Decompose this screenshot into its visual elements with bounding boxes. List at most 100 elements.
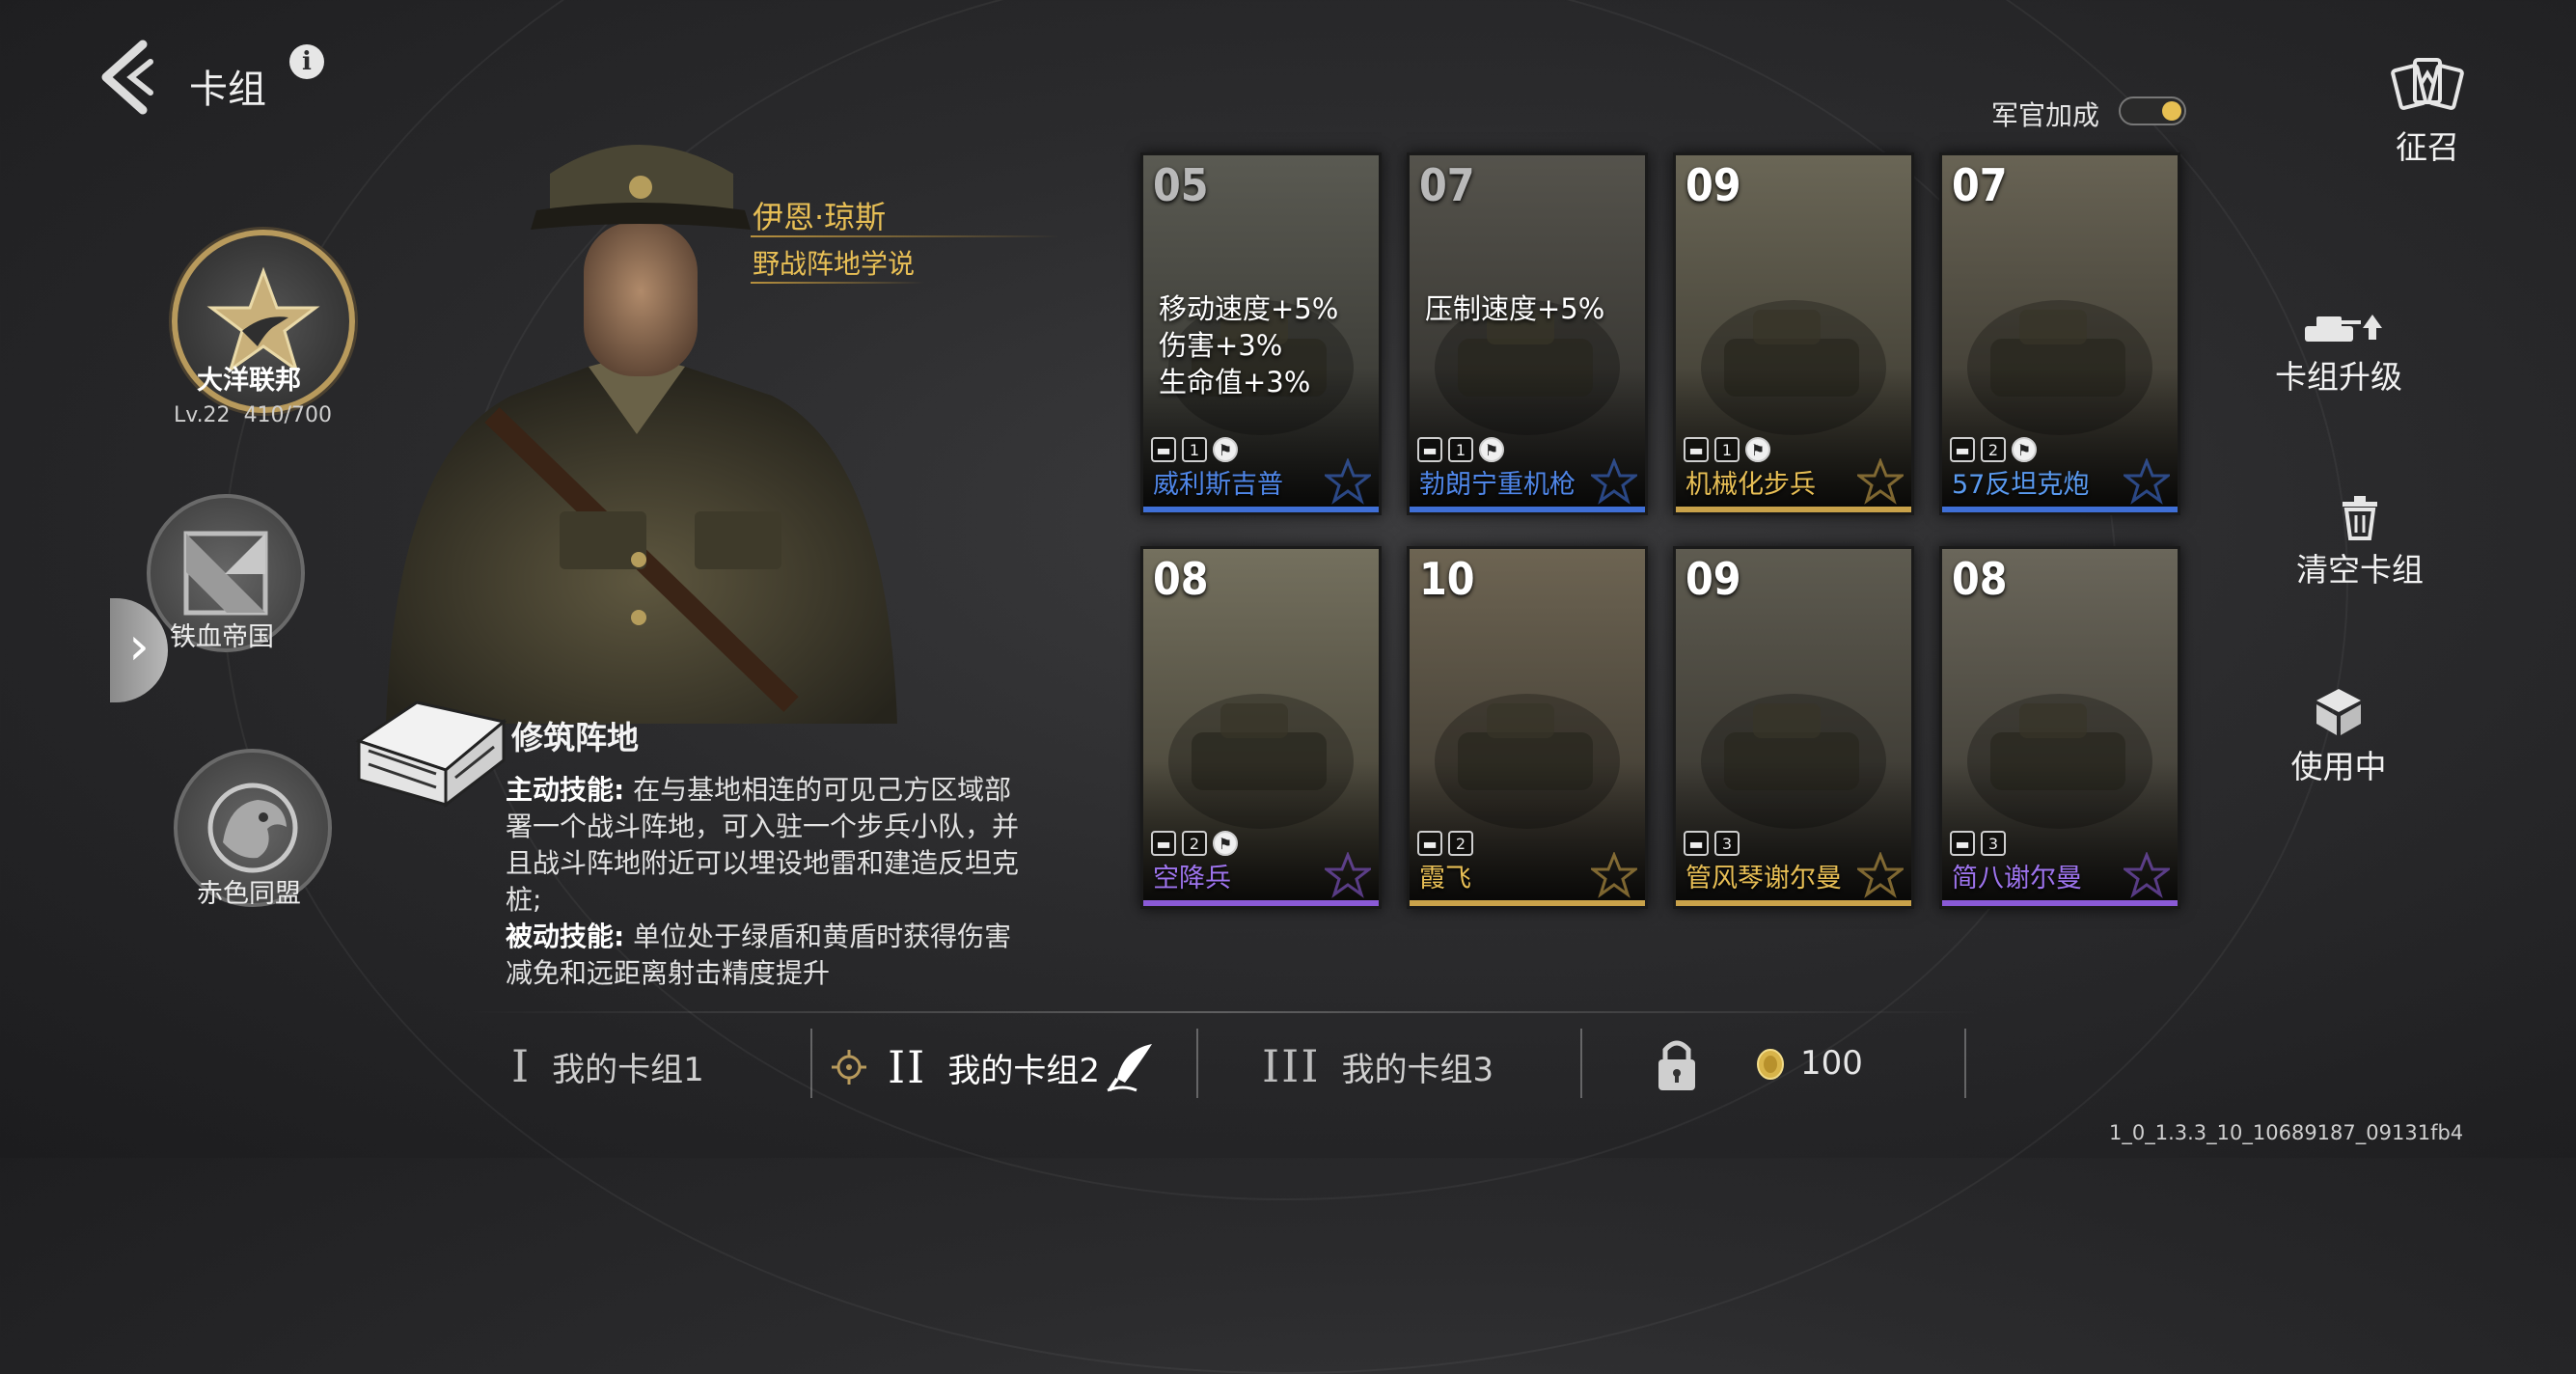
unit-type-icon: ▬ bbox=[1417, 831, 1442, 856]
card-name: 空降兵 bbox=[1153, 864, 1231, 893]
unit-count-badge: 1 bbox=[1448, 437, 1473, 462]
card-cost: 07 bbox=[1952, 159, 2008, 211]
flag-icon: ⚑ bbox=[1745, 437, 1770, 462]
gold-coin-icon bbox=[1756, 1048, 1785, 1085]
card-cost: 09 bbox=[1685, 159, 1741, 211]
rarity-bar bbox=[1942, 900, 2178, 906]
rank-star-icon bbox=[2124, 852, 2170, 898]
flag-icon: ⚑ bbox=[2012, 437, 2037, 462]
card-cost: 08 bbox=[1153, 553, 1209, 605]
faction-name-red-alliance: 赤色同盟 bbox=[197, 879, 301, 909]
deck-tab-numeral: I bbox=[511, 1040, 532, 1092]
deck-tab-label: 我的卡组3 bbox=[1341, 1050, 1494, 1089]
bear-emblem-icon bbox=[207, 783, 298, 873]
unit-card[interactable]: 08 ▬ 2 ⚑ 空降兵 bbox=[1140, 546, 1382, 909]
rarity-bar bbox=[1143, 507, 1379, 512]
card-icons: ▬ 2 bbox=[1417, 831, 1473, 856]
back-chevron-icon bbox=[101, 40, 153, 115]
card-cost: 08 bbox=[1952, 553, 2008, 605]
info-icon[interactable]: i bbox=[289, 44, 324, 79]
divider bbox=[751, 235, 1059, 237]
deck-tab-3[interactable]: III 我的卡组3 bbox=[1262, 1040, 1494, 1092]
unit-type-icon: ▬ bbox=[1684, 831, 1709, 856]
rank-star-icon bbox=[1591, 458, 1637, 505]
card-icons: ▬ 2 ⚑ bbox=[1950, 437, 2037, 462]
chevron-right-icon: › bbox=[128, 616, 150, 676]
rank-star-icon bbox=[1591, 852, 1637, 898]
rank-star-icon bbox=[1857, 458, 1904, 505]
unit-card[interactable]: 07 ▬ 2 ⚑ 57反坦克炮 bbox=[1939, 152, 2180, 515]
unit-type-icon: ▬ bbox=[1950, 437, 1975, 462]
card-icons: ▬ 3 bbox=[1684, 831, 1740, 856]
cube-icon bbox=[2316, 689, 2361, 735]
deck-tab-label: 我的卡组1 bbox=[552, 1050, 704, 1089]
unit-count-badge: 3 bbox=[1714, 831, 1740, 856]
rank-star-icon bbox=[1857, 852, 1904, 898]
flag-icon: ⚑ bbox=[1213, 831, 1238, 856]
unit-count-badge: 2 bbox=[1182, 831, 1207, 856]
officer-bonus-toggle[interactable] bbox=[2119, 96, 2186, 125]
unit-type-icon: ▬ bbox=[1417, 437, 1442, 462]
card-name: 霞飞 bbox=[1419, 864, 1471, 893]
rarity-bar bbox=[1410, 900, 1645, 906]
unit-type-icon: ▬ bbox=[1151, 437, 1176, 462]
officer-bonus-label: 军官加成 bbox=[1991, 99, 2100, 131]
card-buff: 生命值+3% bbox=[1159, 366, 1311, 398]
card-buff: 移动速度+5% bbox=[1159, 292, 1339, 325]
in-use-label: 使用中 bbox=[2290, 748, 2387, 785]
card-buff: 伤害+3% bbox=[1159, 329, 1283, 362]
tab-divider bbox=[1196, 1029, 1198, 1098]
unit-type-icon: ▬ bbox=[1151, 831, 1176, 856]
deck-upgrade-button[interactable]: 卡组升级 bbox=[2233, 307, 2445, 398]
locked-deck-slot[interactable] bbox=[1656, 1036, 1698, 1096]
deck-tab-label: 我的卡组2 bbox=[947, 1051, 1100, 1090]
card-cost: 10 bbox=[1419, 553, 1475, 605]
card-icons: ▬ 1 ⚑ bbox=[1151, 437, 1238, 462]
unit-count-badge: 1 bbox=[1182, 437, 1207, 462]
clear-deck-label: 清空卡组 bbox=[2296, 551, 2424, 589]
unit-card[interactable]: 10 ▬ 2 霞飞 bbox=[1407, 546, 1648, 909]
unit-count-badge: 1 bbox=[1714, 437, 1740, 462]
deck-upgrade-label: 卡组升级 bbox=[2275, 358, 2402, 396]
card-cost: 09 bbox=[1685, 553, 1741, 605]
unit-card[interactable]: 05 移动速度+5% 伤害+3% 生命值+3% ▬ 1 ⚑ 威利斯吉普 bbox=[1140, 152, 1382, 515]
unit-type-icon: ▬ bbox=[1684, 437, 1709, 462]
rarity-bar bbox=[1942, 507, 2178, 512]
deck-tab-1[interactable]: I 我的卡组1 bbox=[511, 1040, 704, 1092]
bottom-divider bbox=[463, 1011, 1978, 1013]
unit-card[interactable]: 09 ▬ 3 管风琴谢尔曼 bbox=[1673, 546, 1914, 909]
card-icons: ▬ 2 ⚑ bbox=[1151, 831, 1238, 856]
version-string: 1_0_1.3.3_10_10689187_09131fb4 bbox=[2109, 1121, 2464, 1144]
edit-quill-icon[interactable] bbox=[1104, 1040, 1158, 1094]
flag-icon: ⚑ bbox=[1213, 437, 1238, 462]
officer-name: 伊恩·琼斯 bbox=[753, 199, 887, 235]
tab-divider bbox=[1964, 1029, 1966, 1098]
page-title: 卡组 bbox=[189, 68, 266, 112]
card-buff-list: 移动速度+5% 伤害+3% 生命值+3% bbox=[1159, 290, 1338, 400]
card-name: 机械化步兵 bbox=[1685, 470, 1816, 500]
unit-count-badge: 2 bbox=[1981, 437, 2006, 462]
active-skill-label: 主动技能: bbox=[506, 774, 625, 806]
unit-card[interactable]: 09 ▬ 1 ⚑ 机械化步兵 bbox=[1673, 152, 1914, 515]
card-name: 威利斯吉普 bbox=[1153, 470, 1283, 500]
officer-doctrine: 野战阵地学说 bbox=[753, 248, 916, 280]
fortification-icon bbox=[355, 701, 507, 809]
deck-tab-2[interactable]: II 我的卡组2 bbox=[832, 1040, 1158, 1094]
faction-name-active: 大洋联邦 bbox=[197, 366, 301, 396]
recruit-button[interactable]: 征召 bbox=[2381, 54, 2474, 168]
trash-icon bbox=[2343, 496, 2377, 540]
passive-skill-label: 被动技能: bbox=[506, 921, 625, 952]
crosshair-icon bbox=[832, 1050, 866, 1085]
tab-divider bbox=[810, 1029, 812, 1098]
unit-count-badge: 3 bbox=[1981, 831, 2006, 856]
tank-upgrade-icon bbox=[2305, 315, 2382, 342]
unit-card[interactable]: 08 ▬ 3 简八谢尔曼 bbox=[1939, 546, 2180, 909]
card-name: 57反坦克炮 bbox=[1952, 470, 2090, 500]
card-name: 管风琴谢尔曼 bbox=[1685, 864, 1842, 893]
clear-deck-button[interactable]: 清空卡组 bbox=[2254, 494, 2466, 591]
card-icons: ▬ 3 bbox=[1950, 831, 2006, 856]
in-use-button[interactable]: 使用中 bbox=[2233, 685, 2445, 787]
unit-card[interactable]: 07 压制速度+5% ▬ 1 ⚑ 勃朗宁重机枪 bbox=[1407, 152, 1648, 515]
back-button[interactable] bbox=[93, 39, 160, 116]
rank-star-icon bbox=[1325, 458, 1371, 505]
